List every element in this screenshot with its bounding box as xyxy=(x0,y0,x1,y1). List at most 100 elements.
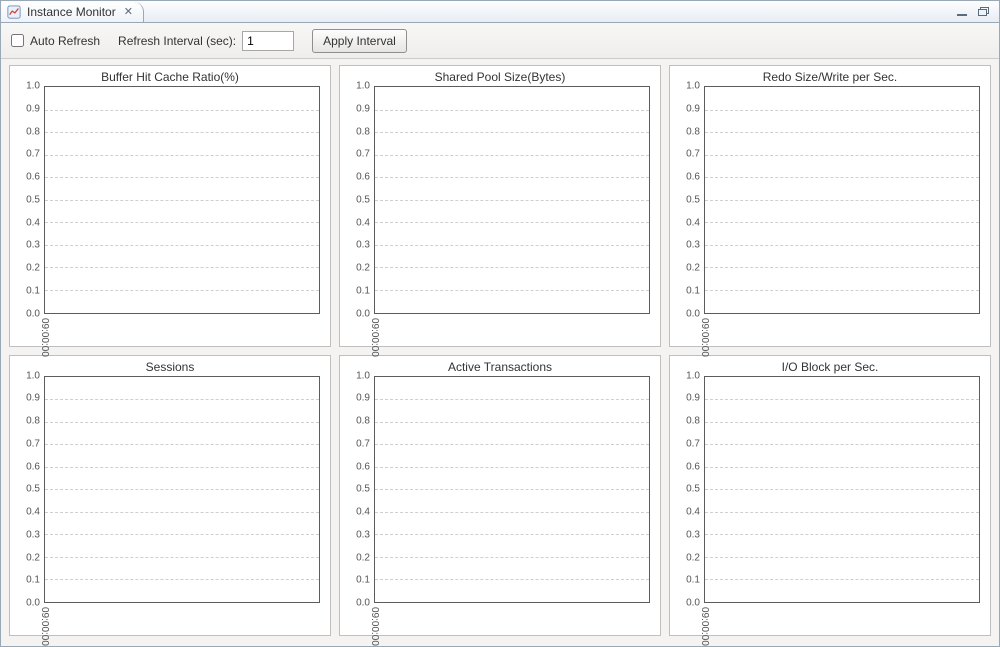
grid-line xyxy=(45,422,319,423)
y-tick-label: 0.9 xyxy=(686,393,700,404)
y-axis: 1.00.90.80.70.60.50.40.30.20.10.0 xyxy=(676,86,704,314)
grid-line xyxy=(45,512,319,513)
grid-line xyxy=(375,512,649,513)
grid-line xyxy=(375,467,649,468)
x-tick-label: 09:00:00 xyxy=(699,318,710,357)
grid-line xyxy=(375,290,649,291)
tab-instance-monitor[interactable]: Instance Monitor ✕ xyxy=(1,2,144,22)
grid-line xyxy=(375,177,649,178)
window-controls xyxy=(955,1,999,22)
y-tick-label: 0.8 xyxy=(686,126,700,137)
x-axis: 09:00:00 xyxy=(44,316,320,342)
y-tick-label: 0.9 xyxy=(356,393,370,404)
grid-line xyxy=(705,512,979,513)
y-tick-label: 0.1 xyxy=(356,575,370,586)
grid-line xyxy=(375,557,649,558)
panel-title: Redo Size/Write per Sec. xyxy=(670,66,990,84)
y-axis: 1.00.90.80.70.60.50.40.30.20.10.0 xyxy=(676,376,704,604)
chart-grid: Buffer Hit Cache Ratio(%)1.00.90.80.70.6… xyxy=(9,65,991,636)
auto-refresh-checkbox[interactable]: Auto Refresh xyxy=(11,34,100,48)
grid-line xyxy=(375,245,649,246)
chart-area: 1.00.90.80.70.60.50.40.30.20.10.0 xyxy=(676,376,980,604)
interval-label: Refresh Interval (sec): xyxy=(118,34,236,48)
chart-area: 1.00.90.80.70.60.50.40.30.20.10.0 xyxy=(16,376,320,604)
minimize-icon[interactable] xyxy=(955,6,969,18)
grid-line xyxy=(375,110,649,111)
apply-interval-button[interactable]: Apply Interval xyxy=(312,29,407,53)
chart-panel: Sessions1.00.90.80.70.60.50.40.30.20.10.… xyxy=(9,355,331,637)
y-tick-label: 1.0 xyxy=(356,81,370,92)
y-tick-label: 0.3 xyxy=(686,240,700,251)
tab-title: Instance Monitor xyxy=(27,5,116,19)
plot-box xyxy=(44,376,320,604)
grid-line xyxy=(45,579,319,580)
y-tick-label: 0.2 xyxy=(686,552,700,563)
y-tick-label: 0.7 xyxy=(686,438,700,449)
y-tick-label: 0.1 xyxy=(356,285,370,296)
x-tick-label: 09:00:00 xyxy=(699,607,710,646)
y-tick-label: 0.3 xyxy=(356,529,370,540)
auto-refresh-label: Auto Refresh xyxy=(30,34,100,48)
x-tick-label: 09:00:00 xyxy=(369,318,380,357)
grid-line xyxy=(45,177,319,178)
chart-area: 1.00.90.80.70.60.50.40.30.20.10.0 xyxy=(346,376,650,604)
grid-line xyxy=(705,467,979,468)
y-tick-label: 0.8 xyxy=(356,126,370,137)
auto-refresh-input[interactable] xyxy=(11,34,24,47)
y-tick-label: 1.0 xyxy=(26,81,40,92)
plot-box xyxy=(374,86,650,314)
y-tick-label: 0.1 xyxy=(26,285,40,296)
y-tick-label: 0.5 xyxy=(686,194,700,205)
y-tick-label: 0.7 xyxy=(356,438,370,449)
y-tick-label: 0.5 xyxy=(356,484,370,495)
chart-panel: Redo Size/Write per Sec.1.00.90.80.70.60… xyxy=(669,65,991,347)
y-tick-label: 0.1 xyxy=(26,575,40,586)
grid-line xyxy=(705,222,979,223)
y-tick-label: 0.9 xyxy=(686,103,700,114)
y-axis: 1.00.90.80.70.60.50.40.30.20.10.0 xyxy=(346,86,374,314)
grid-line xyxy=(45,489,319,490)
y-tick-label: 0.3 xyxy=(26,529,40,540)
restore-icon[interactable] xyxy=(977,6,991,18)
grid-line xyxy=(45,467,319,468)
panel-title: Active Transactions xyxy=(340,356,660,374)
y-tick-label: 0.2 xyxy=(26,552,40,563)
y-tick-label: 0.3 xyxy=(26,240,40,251)
y-tick-label: 0.7 xyxy=(26,149,40,160)
y-tick-label: 1.0 xyxy=(26,370,40,381)
y-tick-label: 0.6 xyxy=(356,461,370,472)
grid-line xyxy=(45,155,319,156)
grid-line xyxy=(705,267,979,268)
interval-input[interactable] xyxy=(242,31,294,51)
y-tick-label: 0.8 xyxy=(356,416,370,427)
y-tick-label: 1.0 xyxy=(686,370,700,381)
panel-title: Shared Pool Size(Bytes) xyxy=(340,66,660,84)
grid-line xyxy=(705,155,979,156)
plot-box xyxy=(374,376,650,604)
y-tick-label: 0.2 xyxy=(356,263,370,274)
grid-line xyxy=(45,290,319,291)
toolbar: Auto Refresh Refresh Interval (sec): App… xyxy=(1,23,999,59)
grid-line xyxy=(45,444,319,445)
chart-panel: Shared Pool Size(Bytes)1.00.90.80.70.60.… xyxy=(339,65,661,347)
y-tick-label: 0.3 xyxy=(356,240,370,251)
panel-title: I/O Block per Sec. xyxy=(670,356,990,374)
close-tab-icon[interactable]: ✕ xyxy=(124,7,133,18)
grid-line xyxy=(705,132,979,133)
grid-line xyxy=(375,155,649,156)
y-tick-label: 0.4 xyxy=(356,217,370,228)
y-tick-label: 0.8 xyxy=(26,126,40,137)
x-tick-label: 09:00:00 xyxy=(39,607,50,646)
grid-line xyxy=(375,422,649,423)
x-axis: 09:00:00 xyxy=(44,605,320,631)
y-tick-label: 0.0 xyxy=(686,308,700,319)
y-tick-label: 0.2 xyxy=(26,263,40,274)
y-tick-label: 0.6 xyxy=(686,172,700,183)
y-tick-label: 0.0 xyxy=(356,598,370,609)
y-tick-label: 0.5 xyxy=(686,484,700,495)
grid-line xyxy=(375,132,649,133)
y-axis: 1.00.90.80.70.60.50.40.30.20.10.0 xyxy=(16,86,44,314)
x-tick-label: 09:00:00 xyxy=(39,318,50,357)
y-tick-label: 0.7 xyxy=(686,149,700,160)
chart-area: 1.00.90.80.70.60.50.40.30.20.10.0 xyxy=(346,86,650,314)
